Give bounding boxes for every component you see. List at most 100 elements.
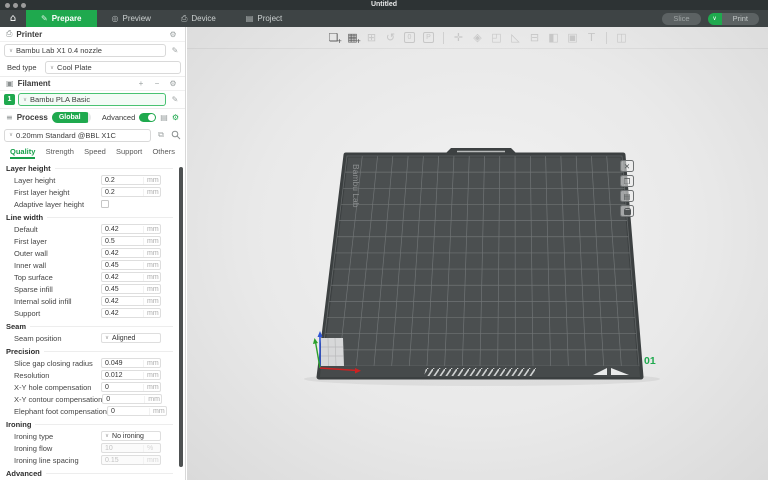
tab-preview[interactable]: ◎ Preview	[97, 10, 166, 27]
compare-presets-icon[interactable]: ▤	[160, 113, 168, 122]
param-row: Slice gap closing radius0.049mm	[0, 357, 185, 369]
build-plate[interactable]: Bambu Lab 01	[187, 27, 768, 480]
tab-support[interactable]: Support	[116, 147, 142, 159]
advanced-toggle[interactable]	[139, 113, 156, 122]
device-icon: ⎙	[181, 14, 187, 24]
plate-name-icon[interactable]: ▤	[620, 190, 634, 202]
param-tabs: Quality Strength Speed Support Others	[0, 144, 185, 159]
project-icon: ▤	[246, 14, 254, 23]
param-input[interactable]: 0.42mm	[101, 296, 161, 307]
param-input[interactable]: 0.049mm	[101, 358, 161, 369]
tab-prepare[interactable]: ✎ Prepare	[26, 10, 97, 27]
param-label: Ironing type	[14, 432, 101, 441]
arrange-plate-icon[interactable]: ❐	[620, 175, 634, 187]
param-label: Resolution	[14, 371, 101, 380]
param-list: Layer heightLayer height0.2mmFirst layer…	[0, 159, 185, 479]
filament-select[interactable]: ∨ Bambu PLA Basic	[18, 93, 166, 106]
print-dropdown-button[interactable]: ∨	[708, 13, 722, 25]
param-input[interactable]: 0.42mm	[101, 248, 161, 259]
filament-name: Bambu PLA Basic	[30, 95, 90, 104]
param-row: Internal solid infill0.42mm	[0, 295, 185, 307]
process-section-header: ≡ Process Global Objects Advanced ▤ ⚙	[0, 108, 185, 126]
filament-settings-icon[interactable]: ⚙	[167, 79, 179, 88]
process-settings-icon[interactable]: ⚙	[172, 113, 179, 122]
param-input[interactable]: 10%	[101, 443, 161, 454]
param-row: Resolution0.012mm	[0, 369, 185, 381]
param-input[interactable]: 0.2mm	[101, 175, 161, 186]
printer-select[interactable]: ∨ Bambu Lab X1 0.4 nozzle	[4, 44, 166, 57]
param-select[interactable]: ∨Aligned	[101, 333, 161, 344]
section-title: Ironing	[0, 417, 185, 430]
preset-row: ∨ 0.20mm Standard @BBL X1C ⧉	[0, 126, 185, 144]
bed-type-label: Bed type	[4, 63, 42, 72]
param-label: First layer height	[14, 188, 101, 197]
process-preset-select[interactable]: ∨ 0.20mm Standard @BBL X1C	[4, 129, 151, 142]
chevron-down-icon: ∨	[9, 132, 13, 138]
tab-strength[interactable]: Strength	[46, 147, 74, 159]
chevron-down-icon: ∨	[9, 48, 13, 54]
param-scrollbar[interactable]	[179, 167, 183, 467]
lock-plate-icon[interactable]	[620, 205, 634, 217]
param-input[interactable]: 0mm	[101, 382, 161, 393]
search-icon[interactable]	[171, 130, 181, 140]
param-checkbox[interactable]	[101, 200, 109, 208]
tab-device[interactable]: ⎙ Device	[166, 10, 231, 27]
filament-slot-badge[interactable]: 1	[4, 94, 15, 105]
add-filament-button[interactable]: +	[135, 79, 147, 88]
prepare-icon: ✎	[41, 14, 48, 23]
plate-wipe-area	[424, 368, 536, 376]
bed-type-select[interactable]: ∨ Cool Plate	[45, 61, 181, 74]
viewport-3d[interactable]: ❏+▦+⊞↺0P✛◈◰◺⊟◧▣T◫	[187, 27, 768, 480]
section-title: Precision	[0, 344, 185, 357]
section-title: Advanced	[0, 466, 185, 479]
print-button[interactable]: Print	[722, 13, 759, 25]
printer-settings-icon[interactable]: ⚙	[167, 30, 179, 39]
delete-plate-icon[interactable]: ✕	[620, 160, 634, 172]
slice-button[interactable]: Slice	[662, 13, 700, 25]
param-input[interactable]: 0.42mm	[101, 272, 161, 283]
section-title: Layer height	[0, 161, 185, 174]
scope-global-button[interactable]: Global	[52, 112, 88, 123]
copy-preset-icon[interactable]: ⧉	[155, 130, 167, 140]
param-input[interactable]: 0.42mm	[101, 224, 161, 235]
filament-edit-icon[interactable]: ✎	[169, 95, 181, 104]
param-input[interactable]: 0.15mm	[101, 455, 161, 466]
tab-prepare-label: Prepare	[52, 14, 82, 23]
printer-edit-icon[interactable]: ✎	[169, 46, 181, 55]
advanced-label: Advanced	[102, 113, 135, 122]
preview-icon: ◎	[112, 14, 119, 23]
tab-quality[interactable]: Quality	[10, 147, 35, 159]
tab-project[interactable]: ▤ Project	[231, 10, 297, 27]
param-label: X-Y hole compensation	[14, 383, 101, 392]
param-select[interactable]: ∨No ironing	[101, 431, 161, 442]
remove-filament-button[interactable]: −	[151, 79, 163, 88]
scope-objects-button[interactable]: Objects	[88, 112, 91, 123]
param-label: Outer wall	[14, 249, 101, 258]
section-title: Line width	[0, 210, 185, 223]
param-input[interactable]: 0mm	[102, 394, 162, 405]
param-row: First layer height0.2mm	[0, 186, 185, 198]
param-input[interactable]: 0.45mm	[101, 260, 161, 271]
param-input[interactable]: 0.45mm	[101, 284, 161, 295]
param-label: Adaptive layer height	[14, 200, 101, 209]
tab-speed[interactable]: Speed	[84, 147, 106, 159]
param-label: First layer	[14, 237, 101, 246]
param-input[interactable]: 0.5mm	[101, 236, 161, 247]
tab-others[interactable]: Others	[152, 147, 175, 159]
param-input[interactable]: 0.012mm	[101, 370, 161, 381]
param-row: Support0.42mm	[0, 307, 185, 319]
param-label: Ironing flow	[14, 444, 101, 453]
printer-header-title: Printer	[16, 30, 42, 39]
param-label: Sparse infill	[14, 285, 101, 294]
param-input[interactable]: 0.2mm	[101, 187, 161, 198]
home-button[interactable]: ⌂	[0, 10, 26, 27]
param-label: Top surface	[14, 273, 101, 282]
param-input[interactable]: 0.42mm	[101, 308, 161, 319]
param-row: X-Y contour compensation0mm	[0, 393, 185, 405]
param-label: Slice gap closing radius	[14, 359, 101, 368]
param-input[interactable]: 0mm	[107, 406, 167, 417]
param-label: Support	[14, 309, 101, 318]
home-icon: ⌂	[10, 13, 16, 24]
top-actions: Slice ∨ Print	[662, 10, 768, 27]
process-header-title: Process	[17, 113, 48, 122]
